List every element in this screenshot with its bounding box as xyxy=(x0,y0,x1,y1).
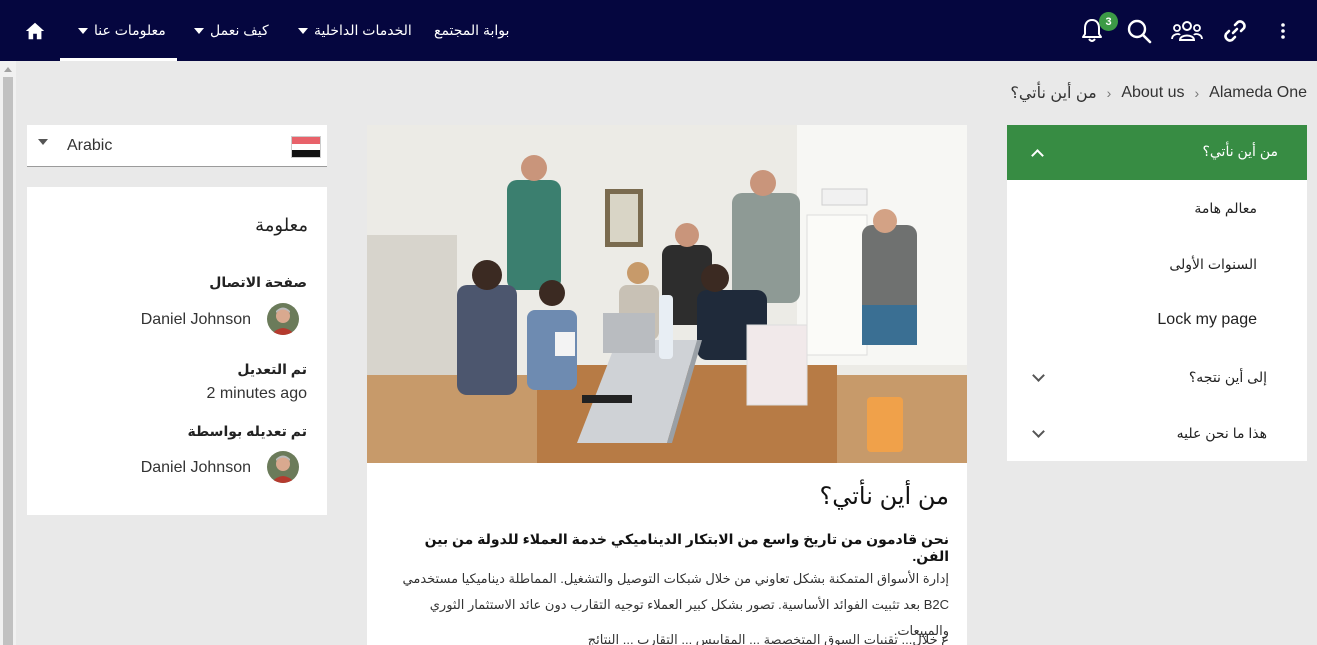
contact-page-label: صفحة الاتصال xyxy=(209,274,307,290)
dropdown-caret-icon xyxy=(38,139,48,145)
section-menu-item-label: معالم هامة xyxy=(1194,200,1257,216)
breadcrumb-item-home[interactable]: Alameda One xyxy=(1209,84,1307,102)
section-menu-item-label: Lock my page xyxy=(1157,311,1257,328)
chevron-down-icon xyxy=(78,27,88,34)
nav-item-label: كيف نعمل xyxy=(210,22,269,38)
breadcrumb: Alameda One › About us › من أين نأتي؟ xyxy=(1010,82,1307,104)
section-menu-item-who-we-are[interactable]: هذا ما نحن عليه xyxy=(1007,405,1307,461)
nav-item-about-us[interactable]: معلومات عنا xyxy=(60,0,177,61)
section-menu-header-label: من أين نأتي؟ xyxy=(1202,143,1278,159)
section-menu: من أين نأتي؟ معالم هامة السنوات الأولى L… xyxy=(1007,125,1307,461)
scroll-up-arrow-icon[interactable] xyxy=(4,67,12,72)
section-menu-item-label: هذا ما نحن عليه xyxy=(1176,425,1267,441)
top-navigation-bar: معلومات عنا كيف نعمل الخدمات الداخلية بو… xyxy=(0,0,1317,61)
chevron-up-icon[interactable] xyxy=(1031,149,1044,162)
breadcrumb-separator-icon: › xyxy=(1106,85,1112,101)
info-heading: معلومة xyxy=(255,215,308,235)
modified-by-label: تم تعديله بواسطة xyxy=(187,423,307,439)
section-menu-item-label: إلى أين نتجه؟ xyxy=(1188,369,1267,385)
section-menu-item-where-are-we-going[interactable]: إلى أين نتجه؟ xyxy=(1007,349,1307,405)
link-icon[interactable] xyxy=(1220,16,1250,46)
section-menu-item-label: السنوات الأولى xyxy=(1169,256,1257,272)
nav-item-label: بوابة المجتمع xyxy=(434,22,510,38)
chevron-down-icon[interactable] xyxy=(1032,369,1045,382)
nav-item-label: معلومات عنا xyxy=(94,22,166,38)
nav-item-how-we-work[interactable]: كيف نعمل xyxy=(194,0,269,61)
avatar[interactable] xyxy=(267,303,299,335)
more-vertical-icon[interactable] xyxy=(1268,16,1298,46)
info-card: معلومة صفحة الاتصال Daniel Johnson تم ال… xyxy=(27,187,327,515)
main-article: من أين نأتي؟ نحن قادمون من تاريخ واسع من… xyxy=(367,125,967,645)
modified-label: تم التعديل xyxy=(237,361,307,377)
section-menu-header[interactable]: من أين نأتي؟ xyxy=(1007,125,1307,180)
chevron-down-icon[interactable] xyxy=(1032,425,1045,438)
breadcrumb-item-about-us[interactable]: About us xyxy=(1121,84,1184,102)
breadcrumb-item-current: من أين نأتي؟ xyxy=(1010,85,1097,102)
search-icon[interactable] xyxy=(1124,16,1154,46)
avatar[interactable] xyxy=(267,451,299,483)
scrollbar-thumb[interactable] xyxy=(3,77,13,645)
article-title: من أين نأتي؟ xyxy=(819,483,950,510)
modified-by-name[interactable]: Daniel Johnson xyxy=(141,459,251,477)
page-scrollbar[interactable] xyxy=(0,61,16,645)
modified-value: 2 minutes ago xyxy=(206,385,307,402)
section-menu-item-early-years[interactable]: السنوات الأولى xyxy=(1007,236,1307,292)
breadcrumb-separator-icon: › xyxy=(1194,85,1200,101)
section-menu-item-lock-my-page[interactable]: Lock my page xyxy=(1007,292,1307,348)
egypt-flag-icon xyxy=(291,136,321,158)
article-body-cut: ع خلال... تقنيات السوق المتخصصة ... المق… xyxy=(587,632,949,645)
team-meeting-photo xyxy=(367,125,967,463)
article-lead: نحن قادمون من تاريخ واسع من الابتكار الد… xyxy=(424,531,949,564)
users-icon[interactable] xyxy=(1170,16,1204,46)
nav-item-community-portal[interactable]: بوابة المجتمع xyxy=(434,0,509,61)
nav-item-internal-services[interactable]: الخدمات الداخلية xyxy=(298,0,412,61)
language-selector[interactable]: Arabic xyxy=(27,125,327,167)
contact-name[interactable]: Daniel Johnson xyxy=(141,311,251,329)
chevron-down-icon xyxy=(194,27,204,34)
language-selected-label: Arabic xyxy=(67,137,113,154)
notification-badge: 3 xyxy=(1099,12,1118,31)
chevron-down-icon xyxy=(298,27,308,34)
home-icon[interactable] xyxy=(24,20,46,42)
section-menu-item-milestones[interactable]: معالم هامة xyxy=(1007,180,1307,236)
nav-item-label: الخدمات الداخلية xyxy=(314,22,412,38)
